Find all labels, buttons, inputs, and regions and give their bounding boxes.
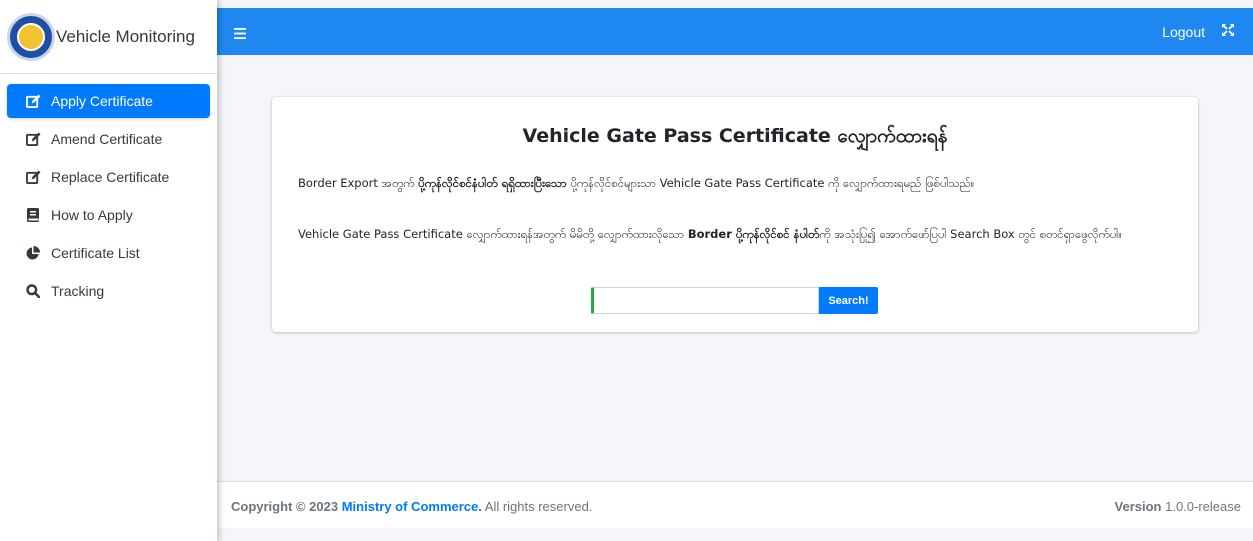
sidebar-item-amend-certificate[interactable]: Amend Certificate [7,122,210,156]
sidebar-item-apply-certificate[interactable]: Apply Certificate [7,84,210,118]
sidebar-item-label: Replace Certificate [51,169,170,185]
sidebar-item-label: How to Apply [51,207,133,223]
brand[interactable]: Vehicle Monitoring [0,0,217,74]
instruction-paragraph-1: Border Export အတွက် ပို့ကုန်လိုင်စင်နံပါ… [298,174,1178,192]
ministry-link[interactable]: Ministry of Commerce. [342,499,482,514]
sidebar-item-certificate-list[interactable]: Certificate List [7,236,210,270]
sidebar-item-label: Apply Certificate [51,93,153,109]
text: ပို့ကုန်လိုင်စင်များသာ Vehicle Gate Pass… [566,176,975,190]
page-title: Vehicle Gate Pass Certificate လျှောက်ထား… [522,125,948,147]
hamburger-icon[interactable] [234,26,246,39]
instruction-paragraph-2: Vehicle Gate Pass Certificate လျှောက်ထား… [298,225,1178,243]
brand-text: Vehicle Monitoring [56,26,195,46]
copyright-suffix: All rights reserved. [481,499,593,514]
search-input[interactable] [591,287,819,314]
bold-text: Border ပို့ကုန်လိုင်စင် နံပါတ် [687,227,820,241]
logo [7,12,55,61]
text: Border Export အတွက် [298,176,419,190]
sidebar-item-label: Tracking [51,283,105,299]
top-navbar: Logout [217,8,1253,55]
text: ကို အသုံးပြု၍ အောက်ဖော်ပြပါ Search Box တ… [819,227,1122,241]
sidebar-menu: Apply Certificate Amend Certificate Repl… [0,84,217,308]
footer: Copyright © 2023 Ministry of Commerce. A… [217,481,1253,528]
edit-icon [25,93,41,109]
search-group: Search! [591,287,878,314]
sidebar-item-label: Certificate List [51,245,140,261]
text: Vehicle Gate Pass Certificate လျှောက်ထား… [298,227,688,241]
edit-icon [25,169,41,185]
search-icon [25,283,41,299]
edit-icon [25,131,41,147]
copyright-prefix: Copyright © 2023 [231,499,342,514]
sidebar-item-how-to-apply[interactable]: How to Apply [7,198,210,232]
bold-text: ပို့ကုန်လိုင်စင်နံပါတ် ရရှိထားပြီးသော [418,176,567,190]
apply-certificate-card: Vehicle Gate Pass Certificate လျှောက်ထား… [272,97,1198,332]
search-button[interactable]: Search! [819,287,878,314]
version: Version 1.0.0-release [1115,499,1241,514]
sidebar: Vehicle Monitoring Apply Certificate Ame… [0,0,217,541]
version-label: Version [1114,499,1162,514]
logout-link[interactable]: Logout [1162,24,1205,40]
version-value: 1.0.0-release [1161,499,1241,514]
expand-icon[interactable] [1221,23,1235,37]
sidebar-item-replace-certificate[interactable]: Replace Certificate [7,160,210,194]
sidebar-item-label: Amend Certificate [51,131,163,147]
pie-chart-icon [25,245,41,261]
copyright: Copyright © 2023 Ministry of Commerce. A… [231,499,592,514]
book-icon [25,207,41,223]
sidebar-item-tracking[interactable]: Tracking [7,274,210,308]
